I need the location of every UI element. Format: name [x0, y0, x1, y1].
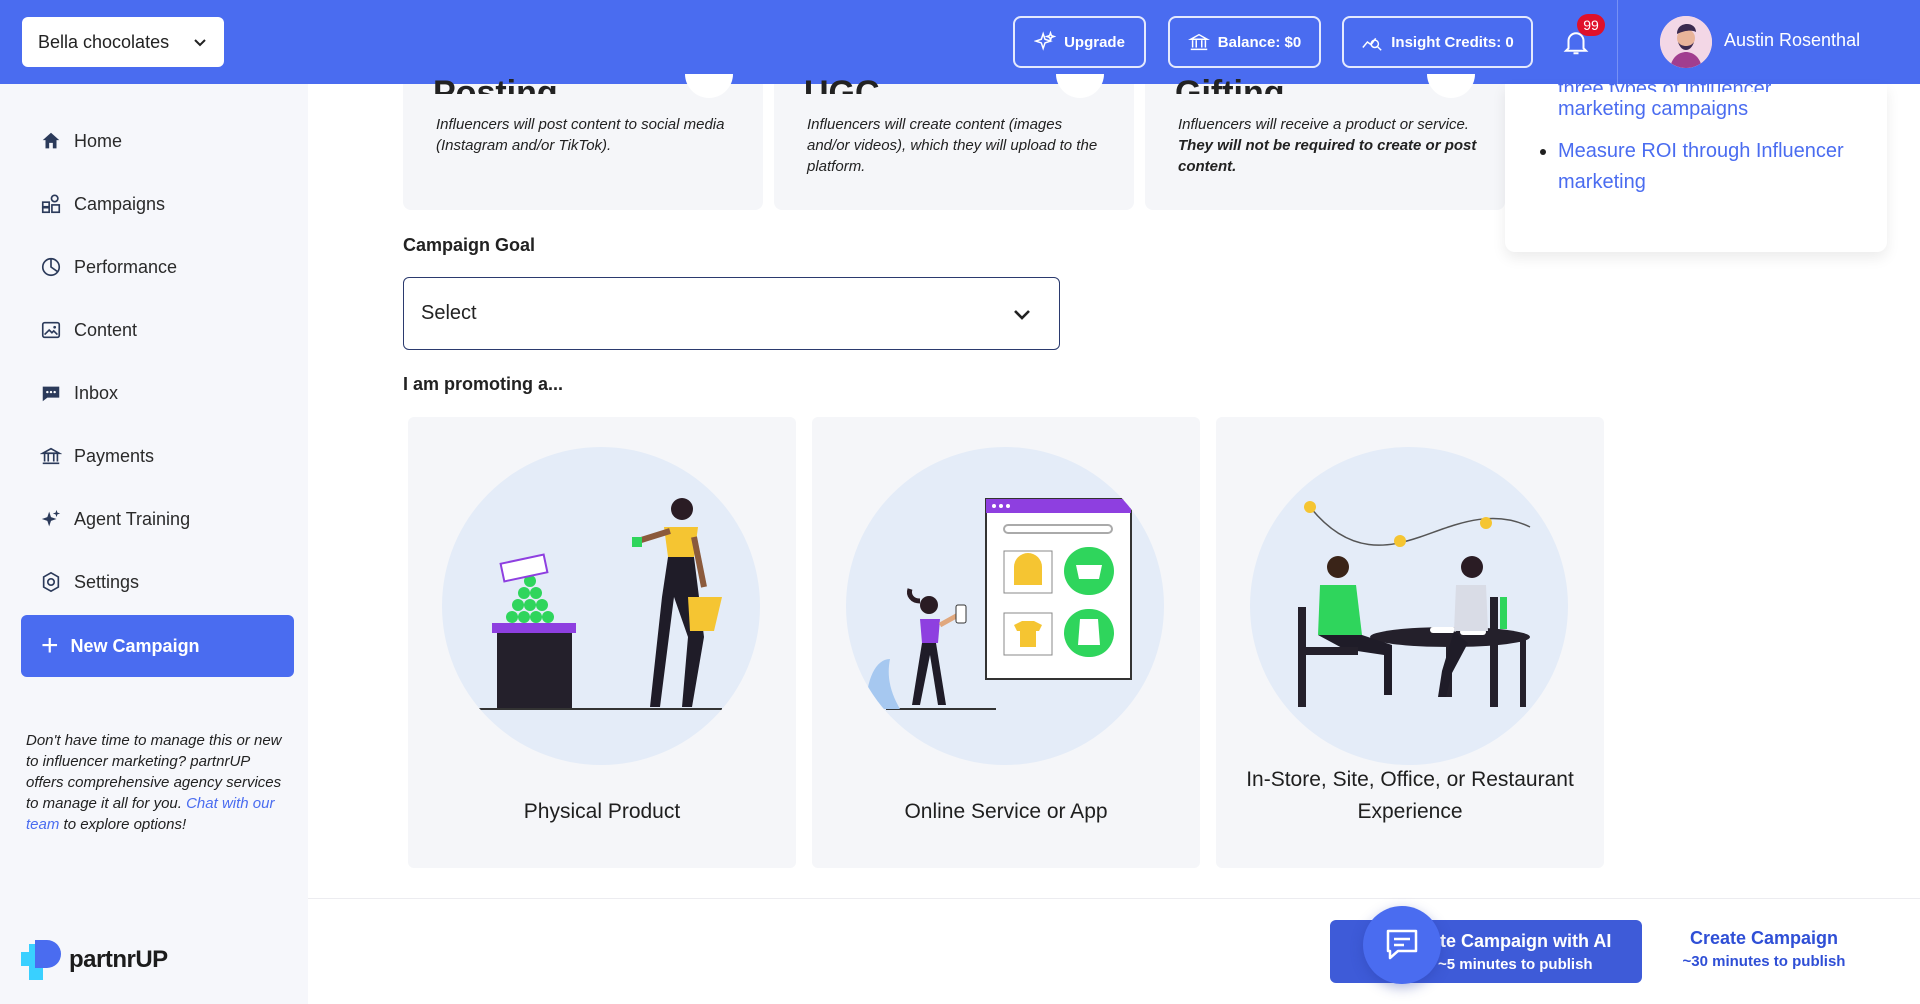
online-service-illustration — [846, 447, 1164, 765]
shopping-woman-illustration — [478, 498, 722, 710]
create-campaign-manual-button[interactable]: Create Campaign ~30 minutes to publish — [1680, 928, 1848, 970]
sidebar-item-settings[interactable]: Settings — [40, 562, 139, 602]
sidebar-item-inbox[interactable]: Inbox — [40, 373, 118, 413]
insight-search-icon — [1362, 37, 1382, 51]
campaign-type-desc: Influencers will create content (images … — [807, 116, 1098, 175]
promo-option-in-store[interactable]: In-Store, Site, Office, or Restaurant Ex… — [1216, 417, 1604, 868]
create-campaign-title: Create Campaign — [1689, 928, 1839, 948]
sidebar-item-label: Content — [74, 319, 138, 340]
home-icon — [42, 132, 60, 149]
radio-indicator — [1056, 74, 1104, 98]
campaign-goal-value: Select — [421, 302, 477, 324]
promo-option-title: Online Service or App — [904, 800, 1108, 823]
sparkle-icon — [41, 509, 61, 527]
partnrup-logo[interactable]: partnrUP — [21, 940, 168, 980]
promo-option-physical-product[interactable]: Physical Product — [408, 417, 796, 868]
campaign-type-desc: Influencers will post content to social … — [436, 116, 725, 154]
avatar[interactable] — [1660, 16, 1712, 68]
sidebar-item-label: Home — [74, 130, 123, 151]
chevron-down-icon — [1014, 309, 1030, 320]
campaign-goal-select[interactable]: Select — [403, 277, 1060, 350]
notifications-button[interactable]: 99 — [1559, 14, 1605, 62]
chat-support-button[interactable] — [1363, 906, 1441, 984]
sidebar-item-content[interactable]: Content — [40, 310, 137, 350]
promo-option-online-service[interactable]: Online Service or App — [812, 417, 1200, 868]
new-campaign-button[interactable]: + New Campaign — [21, 615, 294, 677]
online-shop-illustration — [866, 498, 1132, 710]
sidebar: Home Campaigns Performance Content Inbox… — [0, 84, 308, 1004]
campaign-type-desc: Influencers will receive a product or se… — [1178, 116, 1477, 175]
plus-icon: + — [41, 629, 59, 662]
promo-option-title: In-Store, Site, Office, or Restaurant Ex… — [1246, 768, 1574, 823]
logo-text: partnrUP — [69, 946, 168, 973]
campaign-type-posting[interactable]: Posting Influencers will post content to… — [403, 74, 763, 210]
bank-icon — [40, 447, 62, 465]
insight-credits-button[interactable]: Insight Credits: 0 — [1342, 16, 1533, 68]
image-icon — [41, 321, 61, 339]
sidebar-item-home[interactable]: Home — [40, 121, 122, 161]
brand-select-value: Bella chocolates — [38, 31, 170, 52]
help-link-partial[interactable]: three types of influencer — [1558, 78, 1771, 92]
sidebar-item-label: Inbox — [74, 382, 119, 403]
top-bar: Bella chocolates Upgrade Balance: $0 Ins… — [0, 0, 1920, 84]
notification-badge: 99 — [1577, 14, 1605, 36]
bank-icon — [1187, 33, 1210, 51]
campaign-type-title: Gifting — [1175, 74, 1285, 94]
agency-note-tail: to explore options! — [63, 816, 187, 833]
chat-icon — [42, 386, 60, 402]
campaign-type-ugc[interactable]: UGC Influencers will create content (ima… — [774, 74, 1134, 210]
create-campaign-subtitle: ~30 minutes to publish — [1682, 953, 1846, 970]
sidebar-item-label: Agent Training — [74, 508, 191, 529]
restaurant-couple-illustration — [1298, 501, 1531, 707]
user-name[interactable]: Austin Rosenthal — [1724, 30, 1860, 51]
sidebar-item-payments[interactable]: Payments — [40, 436, 154, 476]
user-avatar-icon — [1660, 16, 1712, 68]
ai-button-title: te Campaign with AI — [1440, 931, 1612, 951]
insight-credits-label: Insight Credits: 0 — [1391, 33, 1514, 51]
brand-select[interactable]: Bella chocolates — [22, 17, 224, 67]
campaign-type-title: Posting — [433, 74, 558, 94]
campaign-type-title: UGC — [804, 74, 880, 94]
physical-product-illustration — [442, 447, 760, 765]
campaign-type-gifting[interactable]: Gifting Influencers will receive a produ… — [1145, 74, 1505, 210]
help-link[interactable]: marketing campaigns — [1558, 94, 1858, 125]
top-divider — [1617, 0, 1618, 84]
help-link[interactable]: Measure ROI through Influencer marketing — [1540, 136, 1858, 198]
footer-divider — [308, 898, 1920, 899]
chat-bubble-icon — [1386, 929, 1418, 960]
ai-button-subtitle: ~5 minutes to publish — [1438, 956, 1593, 973]
logo-mark-icon — [21, 940, 63, 980]
sidebar-item-performance[interactable]: Performance — [40, 247, 177, 287]
radio-indicator — [685, 74, 733, 98]
upgrade-button[interactable]: Upgrade — [1013, 16, 1146, 68]
campaign-goal-label: Campaign Goal — [403, 235, 536, 255]
radio-indicator — [1427, 74, 1475, 98]
sparkle-icon — [1034, 31, 1057, 51]
promoting-label: I am promoting a... — [403, 374, 564, 394]
balance-label: Balance: $0 — [1217, 33, 1302, 51]
new-campaign-label: New Campaign — [70, 635, 200, 656]
sidebar-item-agent-training[interactable]: Agent Training — [40, 499, 190, 539]
help-card: three types of influencer marketing camp… — [1505, 78, 1887, 252]
upgrade-label: Upgrade — [1064, 33, 1125, 51]
gear-icon — [42, 571, 60, 593]
agency-note: Don't have time to manage this or new to… — [26, 730, 286, 835]
in-store-illustration — [1250, 447, 1568, 765]
help-links: marketing campaigns Measure ROI through … — [1540, 94, 1858, 209]
promo-option-title: Physical Product — [523, 800, 681, 823]
sidebar-item-label: Campaigns — [74, 193, 166, 214]
sidebar-item-label: Payments — [74, 445, 155, 466]
chevron-down-icon — [194, 39, 206, 47]
sidebar-item-label: Performance — [74, 256, 178, 277]
balance-button[interactable]: Balance: $0 — [1168, 16, 1321, 68]
pie-chart-icon — [41, 257, 61, 277]
sidebar-item-label: Settings — [74, 571, 140, 592]
campaigns-icon — [41, 194, 61, 214]
sidebar-item-campaigns[interactable]: Campaigns — [40, 184, 165, 224]
